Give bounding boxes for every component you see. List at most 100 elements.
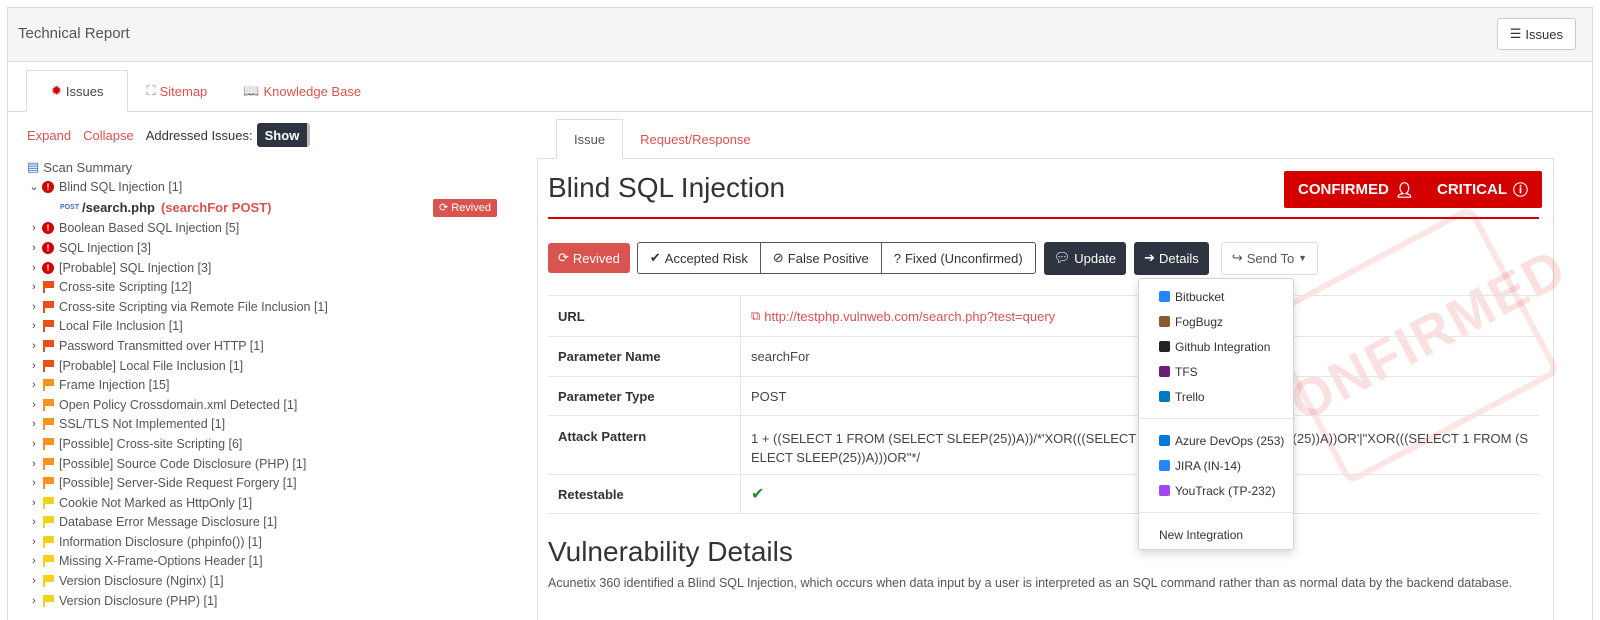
tree-item[interactable]: ›! [Probable] SQL Injection [3] xyxy=(27,258,507,278)
chevron-right-icon[interactable]: › xyxy=(27,555,41,567)
chevron-right-icon[interactable]: › xyxy=(27,497,41,509)
critical-badge-label: CRITICAL xyxy=(1437,181,1507,198)
tree-item[interactable]: › SSL/TLS Not Implemented [1] xyxy=(27,415,507,435)
chevron-right-icon[interactable]: › xyxy=(27,262,41,274)
send-to-button[interactable]: ↪ Send To ▼ xyxy=(1220,241,1319,275)
send-to-menu-item[interactable]: Azure DevOps (253) xyxy=(1139,428,1293,453)
chevron-right-icon[interactable]: › xyxy=(27,516,41,528)
tree-item-blind-sql[interactable]: ⌄ ! Blind SQL Injection [1] xyxy=(27,177,507,197)
chevron-right-icon[interactable]: › xyxy=(27,575,41,587)
issues-tree: ▤ Scan Summary ⌄ ! Blind SQL Injection [… xyxy=(27,157,507,610)
tree-item[interactable]: › Version Disclosure (PHP) [1] xyxy=(27,591,507,611)
tree-item-label: Missing X-Frame-Options Header [1] xyxy=(59,554,263,569)
refresh-icon: ⟳ xyxy=(439,202,449,215)
false-positive-button[interactable]: ⊘ False Positive xyxy=(761,243,882,273)
tree-item[interactable]: ›! SQL Injection [3] xyxy=(27,238,507,258)
chevron-right-icon[interactable]: › xyxy=(27,281,41,293)
tree-item-label: Local File Inclusion [1] xyxy=(59,319,183,334)
send-to-menu-item[interactable]: Bitbucket xyxy=(1139,284,1293,309)
revived-button[interactable]: ⟳ Revived xyxy=(548,243,630,273)
tree-item[interactable]: › Version Disclosure (Nginx) [1] xyxy=(27,571,507,591)
high-severity-flag-icon xyxy=(41,359,55,372)
send-to-menu-item[interactable]: Trello xyxy=(1139,384,1293,409)
tab-request-response[interactable]: Request/Response xyxy=(623,119,768,159)
fixed-unconfirmed-button[interactable]: ? Fixed (Unconfirmed) xyxy=(882,243,1035,273)
send-to-label: Send To xyxy=(1246,250,1295,266)
comment-icon: 💬︎ xyxy=(1053,250,1071,265)
tree-item[interactable]: › [Possible] Server-Side Request Forgery … xyxy=(27,473,507,493)
false-positive-label: False Positive xyxy=(787,250,869,266)
chevron-right-icon[interactable]: › xyxy=(27,242,41,254)
scan-summary-link[interactable]: ▤ Scan Summary xyxy=(27,157,507,177)
tab-sitemap[interactable]: ⛶ Sitemap xyxy=(128,70,225,112)
chevron-right-icon[interactable]: › xyxy=(27,320,41,332)
chevron-right-icon[interactable]: › xyxy=(27,595,41,607)
chevron-right-icon[interactable]: › xyxy=(27,438,41,450)
bug-icon: ✹ xyxy=(51,83,62,98)
tree-item[interactable]: › Information Disclosure (phpinfo()) [1] xyxy=(27,532,507,552)
revived-badge-label: Revived xyxy=(451,201,491,214)
revived-button-label: Revived xyxy=(572,250,620,266)
tree-item[interactable]: › Cross-site Scripting via Remote File In… xyxy=(27,297,507,317)
tree-item[interactable]: › [Possible] Cross-site Scripting [6] xyxy=(27,434,507,454)
chevron-right-icon[interactable]: › xyxy=(27,301,41,313)
medium-severity-flag-icon xyxy=(41,437,55,450)
show-addressed-toggle[interactable]: Show xyxy=(256,123,311,147)
chevron-right-icon[interactable]: › xyxy=(27,458,41,470)
issues-button-label: Issues xyxy=(1525,26,1563,42)
url-link[interactable]: http://testphp.vulnweb.com/search.php?te… xyxy=(764,309,1055,324)
send-to-menu-item[interactable]: JIRA (IN-14) xyxy=(1139,453,1293,478)
tree-child-search-php[interactable]: POST /search.php (searchFor POST) ⟳ Revi… xyxy=(27,197,507,219)
send-to-menu-item[interactable]: FogBugz xyxy=(1139,309,1293,334)
tab-issue[interactable]: Issue xyxy=(556,119,624,159)
chevron-right-icon[interactable]: › xyxy=(27,477,41,489)
tree-item[interactable]: › Password Transmitted over HTTP [1] xyxy=(27,336,507,356)
tree-item[interactable]: › [Possible] Source Code Disclosure (PHP)… xyxy=(27,454,507,474)
row-key: Retestable xyxy=(548,475,741,513)
tab-knowledge-base[interactable]: 📖 Knowledge Base xyxy=(225,70,379,112)
medium-severity-flag-icon xyxy=(41,379,55,392)
arrow-circle-right-icon: ➔ xyxy=(1144,250,1156,265)
tree-item[interactable]: › Local File Inclusion [1] xyxy=(27,317,507,337)
tree-item[interactable]: › Frame Injection [15] xyxy=(27,375,507,395)
menu-divider xyxy=(1139,512,1293,513)
tree-item[interactable]: › Cookie Not Marked as HttpOnly [1] xyxy=(27,493,507,513)
send-to-menu-item[interactable]: Github Integration xyxy=(1139,334,1293,359)
table-row: Parameter Name searchFor xyxy=(548,336,1539,376)
question-circle-icon: ? xyxy=(893,250,901,266)
tree-item[interactable]: › [Probable] Local File Inclusion [1] xyxy=(27,356,507,376)
send-to-menu-item[interactable]: TFS xyxy=(1139,359,1293,384)
tree-toolbar: Expand Collapse Addressed Issues: Show xyxy=(27,123,311,147)
tree-item-label: Cross-site Scripting via Remote File Inc… xyxy=(59,299,328,314)
chevron-right-icon[interactable]: › xyxy=(27,418,41,430)
new-integration-item[interactable]: New Integration xyxy=(1139,522,1293,547)
refresh-icon: ⟳ xyxy=(558,250,569,265)
chevron-right-icon[interactable]: › xyxy=(27,379,41,391)
issue-actions: ⟳ Revived ✔ Accepted Risk ⊘ False Positi… xyxy=(548,241,1319,275)
tree-item[interactable]: › Database Error Message Disclosure [1] xyxy=(27,513,507,533)
high-severity-flag-icon xyxy=(41,300,55,313)
tree-item-label: Database Error Message Disclosure [1] xyxy=(59,515,278,530)
collapse-link[interactable]: Collapse xyxy=(83,128,134,143)
tree-item[interactable]: › Cross-site Scripting [12] xyxy=(27,277,507,297)
chevron-right-icon[interactable]: › xyxy=(27,360,41,372)
tabs-divider xyxy=(8,111,1592,112)
chevron-down-icon[interactable]: ⌄ xyxy=(27,180,41,193)
accepted-risk-button[interactable]: ✔ Accepted Risk xyxy=(638,243,761,273)
expand-link[interactable]: Expand xyxy=(27,128,71,143)
tree-item[interactable]: › Open Policy Crossdomain.xml Detected [1… xyxy=(27,395,507,415)
update-button[interactable]: 💬︎ Update xyxy=(1043,241,1127,275)
tree-item[interactable]: ›! Boolean Based SQL Injection [5] xyxy=(27,219,507,239)
chevron-right-icon[interactable]: › xyxy=(27,340,41,352)
tab-issues[interactable]: ✹ Issues xyxy=(26,70,129,112)
post-method-icon: POST xyxy=(60,204,80,212)
details-button[interactable]: ➔ Details xyxy=(1134,241,1209,275)
chevron-right-icon[interactable]: › xyxy=(27,399,41,411)
tree-item[interactable]: › Missing X-Frame-Options Header [1] xyxy=(27,552,507,572)
send-to-menu-item[interactable]: YouTrack (TP-232) xyxy=(1139,478,1293,503)
chevron-right-icon[interactable]: › xyxy=(27,222,41,234)
external-link-icon: ⧉ xyxy=(751,308,761,323)
chevron-right-icon[interactable]: › xyxy=(27,536,41,548)
issues-button[interactable]: ☰ Issues xyxy=(1496,18,1576,50)
low-severity-flag-icon xyxy=(41,575,55,588)
